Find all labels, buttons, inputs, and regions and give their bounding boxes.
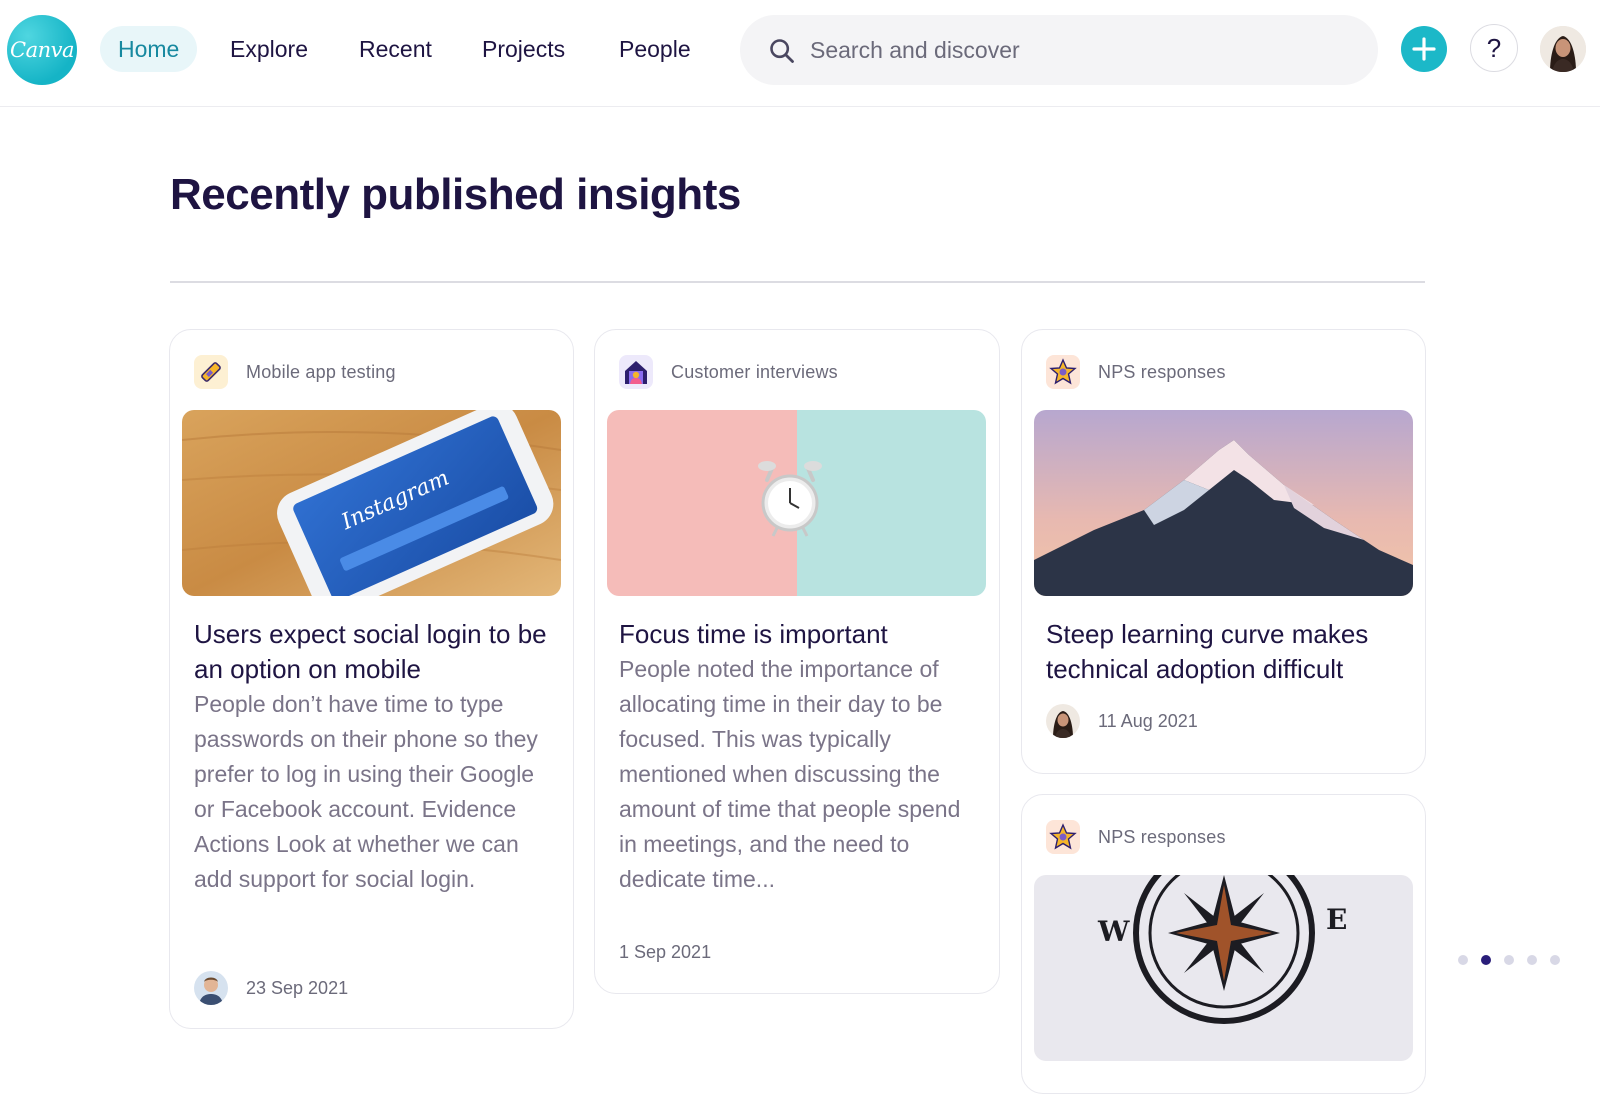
avatar-image <box>1540 26 1586 72</box>
tag-label: NPS responses <box>1098 826 1226 847</box>
card-image-compass: W E <box>1034 875 1413 1061</box>
insight-card[interactable]: Customer interviews Focus time is import… <box>594 329 1000 994</box>
pagination-dot[interactable] <box>1458 955 1468 965</box>
card-title[interactable]: Steep learning curve makes technical ado… <box>1046 617 1406 687</box>
pencil-icon <box>194 355 228 389</box>
tag-label: Customer interviews <box>671 361 838 382</box>
pagination-dot[interactable] <box>1504 955 1514 965</box>
card-tag: Customer interviews <box>619 354 838 390</box>
pagination-dot[interactable] <box>1527 955 1537 965</box>
card-image-mountain <box>1034 410 1413 596</box>
divider <box>170 281 1425 283</box>
card-date: 23 Sep 2021 <box>246 977 349 998</box>
card-title[interactable]: Users expect social login to be an optio… <box>194 617 554 687</box>
card-image-phone: Instagram <box>182 410 561 596</box>
nav-projects[interactable]: Projects <box>464 26 583 72</box>
insight-card[interactable]: NPS responses W E <box>1021 794 1426 1094</box>
nav-home[interactable]: Home <box>100 26 198 72</box>
compass-west-label: W <box>1097 915 1130 948</box>
help-icon: ? <box>1486 32 1502 63</box>
card-tag: NPS responses <box>1046 354 1226 390</box>
author-avatar <box>194 971 228 1005</box>
search-input[interactable]: Search and discover <box>740 15 1378 85</box>
tag-label: NPS responses <box>1098 361 1226 382</box>
help-button[interactable]: ? <box>1470 24 1518 72</box>
nav-recent[interactable]: Recent <box>341 26 450 72</box>
card-meta: 23 Sep 2021 <box>194 970 348 1006</box>
card-tag: Mobile app testing <box>194 354 396 390</box>
search-placeholder: Search and discover <box>810 37 1020 63</box>
star-badge-icon <box>1046 355 1080 389</box>
insight-card[interactable]: Mobile app testing Instagram Users expec… <box>169 329 574 1029</box>
card-date: 11 Aug 2021 <box>1098 710 1198 731</box>
create-button[interactable] <box>1401 26 1447 72</box>
search-icon <box>770 39 794 63</box>
author-avatar <box>1046 704 1080 738</box>
user-avatar[interactable] <box>1540 26 1586 72</box>
carousel-pagination <box>1458 955 1560 965</box>
star-badge-icon <box>1046 820 1080 854</box>
logo-text: Canva <box>10 38 75 62</box>
tag-label: Mobile app testing <box>246 361 396 382</box>
page-title: Recently published insights <box>170 170 741 219</box>
nav-explore[interactable]: Explore <box>212 26 326 72</box>
pagination-dot[interactable] <box>1550 955 1560 965</box>
card-body: People don’t have time to type passwords… <box>194 691 538 892</box>
card-meta: 11 Aug 2021 <box>1046 703 1198 739</box>
card-title[interactable]: Focus time is important <box>619 617 979 652</box>
compass-east-label: E <box>1326 903 1347 936</box>
card-meta: 1 Sep 2021 <box>619 934 711 970</box>
card-tag: NPS responses <box>1046 819 1226 855</box>
insight-card[interactable]: NPS responses Steep learning curve makes… <box>1021 329 1426 774</box>
house-person-icon <box>619 355 653 389</box>
card-date: 1 Sep 2021 <box>619 941 712 962</box>
nav-people[interactable]: People <box>601 26 709 72</box>
card-body: People noted the importance of allocatin… <box>619 656 961 892</box>
plus-icon <box>1412 37 1436 61</box>
top-navigation-bar: Canva Home Explore Recent Projects Peopl… <box>0 0 1600 107</box>
card-image-clock <box>607 410 986 596</box>
pagination-dot-active[interactable] <box>1481 955 1491 965</box>
canva-logo[interactable]: Canva <box>7 15 77 85</box>
